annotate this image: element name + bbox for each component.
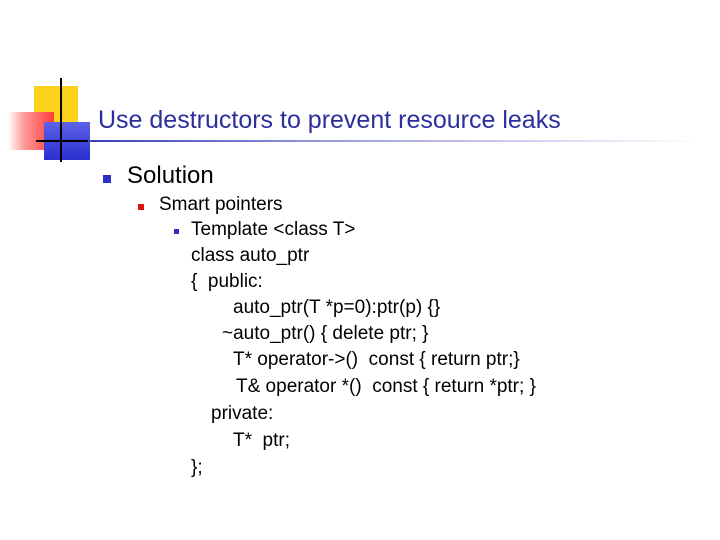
bullet-level2-text: Smart pointers (159, 194, 283, 215)
code-line: T* operator->() const { return ptr;} (233, 349, 520, 370)
decorative-logo (0, 70, 110, 170)
code-line: ~auto_ptr() { delete ptr; } (222, 323, 429, 344)
logo-vertical-line (60, 78, 62, 162)
code-line: }; (191, 457, 203, 478)
code-line: { public: (191, 271, 263, 292)
code-line: private: (211, 403, 274, 424)
code-line: T* ptr; (233, 430, 291, 451)
slide: Use destructors to prevent resource leak… (0, 0, 720, 540)
bullet-level2-icon (138, 204, 144, 210)
code-line: class auto_ptr (191, 245, 310, 266)
code-line: T& operator *() const { return *ptr; } (236, 376, 536, 397)
code-line: auto_ptr(T *p=0):ptr(p) {} (233, 297, 441, 318)
slide-title: Use destructors to prevent resource leak… (98, 106, 561, 134)
bullet-level1-text: Solution (127, 162, 214, 189)
bullet-level3-icon (174, 229, 179, 234)
bullet-level3-text: Template <class T> (191, 219, 356, 240)
logo-horizontal-line (36, 140, 88, 142)
bullet-level1-icon (103, 175, 111, 183)
title-underline (90, 140, 700, 142)
